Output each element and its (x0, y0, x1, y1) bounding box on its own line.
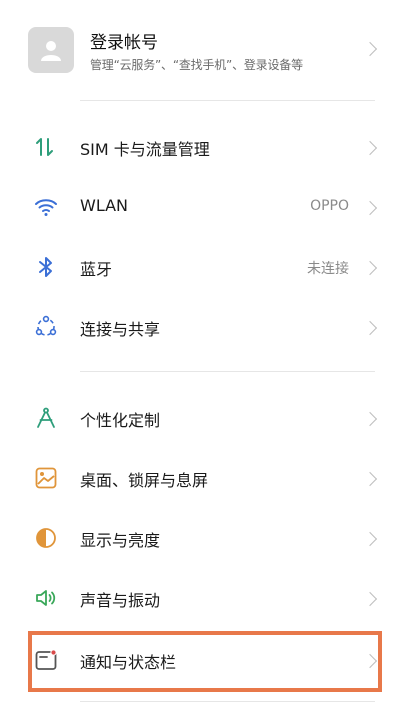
account-row[interactable]: 登录帐号 管理“云服务”、“查找手机”、登录设备等 (0, 0, 397, 100)
settings-item-label: 声音与振动 (80, 591, 161, 610)
chevron-right-icon (362, 200, 378, 216)
chevron-right-icon (362, 411, 378, 427)
chevron-right-icon (362, 591, 378, 607)
divider (80, 100, 375, 101)
settings-item-label: 蓝牙 (80, 260, 113, 279)
wallpaper-icon (35, 467, 57, 489)
settings-item-wlan[interactable]: WLAN OPPO (0, 177, 397, 237)
settings-item-label: 连接与共享 (80, 320, 161, 339)
speaker-icon (36, 590, 56, 606)
chevron-right-icon (362, 140, 378, 156)
highlight-box (28, 631, 382, 692)
sim-data-icon (36, 138, 53, 156)
chevron-right-icon (362, 471, 378, 487)
chevron-right-icon (362, 41, 378, 57)
settings-item-label: WLAN (80, 196, 129, 215)
brightness-icon (36, 528, 56, 548)
wifi-icon (35, 199, 57, 216)
settings-item-sound-vibration[interactable]: 声音与振动 (0, 568, 397, 628)
chevron-right-icon (362, 320, 378, 336)
settings-item-label: 显示与亮度 (80, 531, 161, 550)
avatar (28, 27, 74, 73)
settings-item-connection-sharing[interactable]: 连接与共享 (0, 297, 397, 357)
share-connection-icon (35, 315, 57, 336)
person-icon (41, 41, 61, 61)
settings-item-sim[interactable]: SIM 卡与流量管理 (0, 117, 397, 177)
chevron-right-icon (362, 260, 378, 276)
settings-item-bluetooth[interactable]: 蓝牙 未连接 (0, 237, 397, 297)
divider (80, 701, 375, 702)
settings-item-value: 未连接 (307, 261, 349, 277)
chevron-right-icon (362, 531, 378, 547)
settings-item-label: SIM 卡与流量管理 (80, 140, 210, 159)
settings-item-label: 桌面、锁屏与息屏 (80, 471, 209, 490)
settings-item-display-brightness[interactable]: 显示与亮度 (0, 508, 397, 568)
bluetooth-icon (39, 257, 52, 277)
settings-item-personalization[interactable]: 个性化定制 (0, 388, 397, 448)
settings-item-label: 个性化定制 (80, 411, 161, 430)
compass-icon (37, 407, 55, 428)
settings-item-desktop-lockscreen[interactable]: 桌面、锁屏与息屏 (0, 448, 397, 508)
account-title: 登录帐号 (90, 33, 158, 53)
account-subtitle: 管理“云服务”、“查找手机”、登录设备等 (90, 58, 303, 72)
divider (80, 371, 375, 372)
settings-item-value: OPPO (310, 198, 349, 214)
